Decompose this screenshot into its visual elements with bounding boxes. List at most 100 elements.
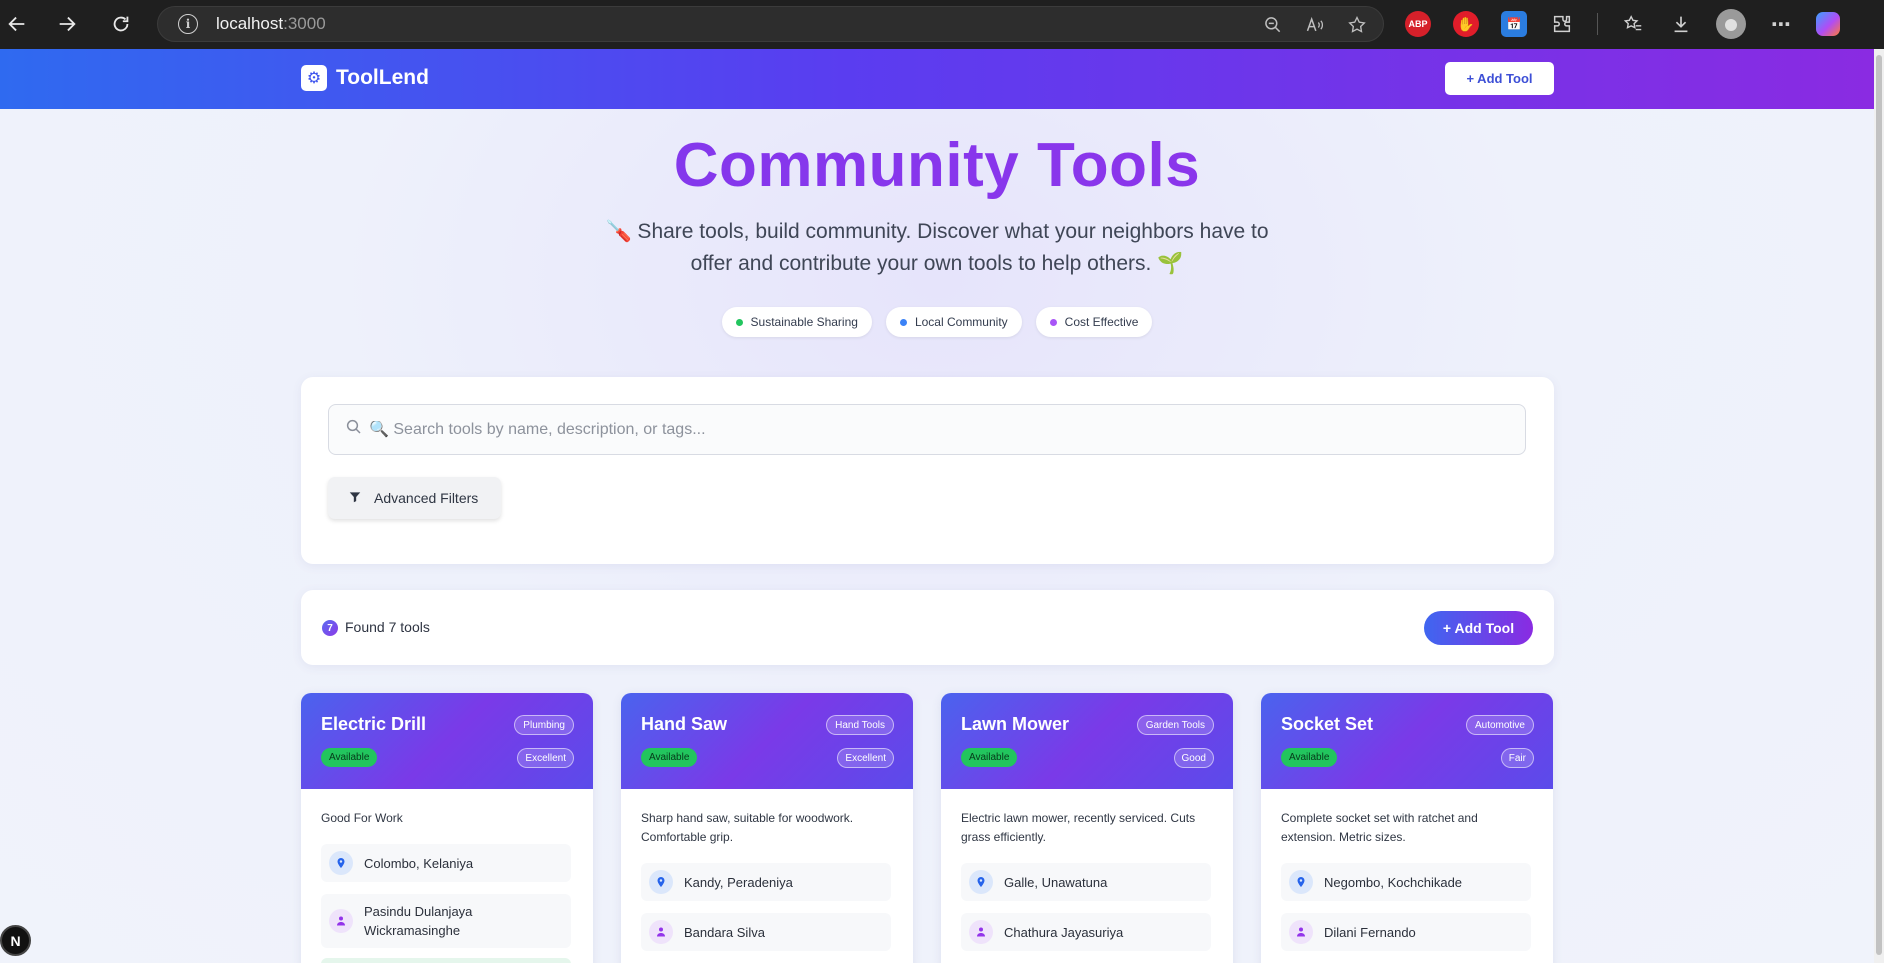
tool-card[interactable]: Hand Saw Hand Tools Available Excellent …	[621, 693, 913, 963]
app-header: ⚙ ToolLend + Add Tool	[0, 49, 1874, 109]
page-scrollbar[interactable]	[1874, 49, 1884, 963]
green-dot-icon	[735, 318, 743, 326]
availability-badge: Available	[321, 748, 378, 767]
condition-badge: Fair	[1500, 748, 1534, 768]
tool-name: Hand Saw	[641, 714, 728, 734]
site-info-icon[interactable]: i	[178, 14, 198, 34]
tool-name: Socket Set	[1281, 714, 1374, 734]
reload-button[interactable]	[104, 7, 138, 41]
tool-card-header: Socket Set Automotive Available Fair	[1261, 693, 1553, 789]
user-icon	[1289, 920, 1313, 944]
pill-local-community: Local Community	[885, 307, 1022, 337]
gear-logo-icon: ⚙	[301, 65, 327, 91]
arrow-right-icon	[59, 16, 76, 32]
owner-text: Chathura Jayasuriya	[1004, 924, 1124, 940]
location-text: Negombo, Kochchikade	[1324, 874, 1463, 890]
owner-text: Bandara Silva	[684, 924, 765, 940]
logo[interactable]: ⚙ ToolLend	[301, 65, 429, 91]
downloads-icon[interactable]	[1668, 11, 1694, 37]
condition-badge: Excellent	[517, 748, 574, 768]
tool-location: Negombo, Kochchikade	[1281, 863, 1531, 901]
location-pin-icon	[329, 851, 353, 875]
adblock-plus-icon[interactable]: ABP	[1405, 11, 1431, 37]
location-pin-icon	[649, 870, 673, 894]
add-tool-button[interactable]: + Add Tool	[1424, 611, 1533, 645]
availability-badge: Available	[1281, 748, 1338, 767]
search-input[interactable]	[369, 420, 1469, 439]
more-menu-icon[interactable]: ⋯	[1768, 11, 1794, 37]
arrow-left-icon	[8, 16, 25, 32]
purple-dot-icon	[1049, 318, 1057, 326]
user-icon	[969, 920, 993, 944]
scrollbar-thumb[interactable]	[1876, 55, 1882, 955]
stop-hand-extension-icon[interactable]: ✋	[1453, 11, 1479, 37]
owner-text: Pasindu Dulanjaya Wickramasinghe	[364, 904, 473, 938]
owner-text: Dilani Fernando	[1324, 924, 1416, 940]
advanced-filters-label: Advanced Filters	[374, 490, 479, 506]
pill-label: Cost Effective	[1064, 315, 1139, 329]
tool-card[interactable]: Electric Drill Plumbing Available Excell…	[301, 693, 593, 963]
page-title: Community Tools	[0, 130, 1874, 201]
address-bar[interactable]: i localhost:3000	[157, 6, 1384, 42]
url-host: localhost	[216, 14, 284, 33]
copilot-icon[interactable]	[1816, 12, 1840, 36]
forward-button[interactable]	[50, 7, 84, 41]
location-text: Kandy, Peradeniya	[684, 874, 793, 890]
url-text[interactable]: localhost:3000	[216, 14, 326, 34]
tool-card-header: Electric Drill Plumbing Available Excell…	[301, 693, 593, 789]
tool-owner: Pasindu Dulanjaya Wickramasinghe	[321, 894, 571, 948]
tool-card-header: Lawn Mower Garden Tools Available Good	[941, 693, 1233, 789]
location-text: Colombo, Kelaniya	[364, 855, 474, 871]
status-row	[321, 958, 571, 963]
extensions-puzzle-icon[interactable]	[1549, 11, 1575, 37]
zoom-out-icon[interactable]	[1263, 15, 1283, 35]
toolbar-divider	[1597, 13, 1598, 35]
reload-icon	[113, 16, 129, 32]
pill-label: Sustainable Sharing	[750, 315, 858, 329]
filter-funnel-icon	[348, 490, 362, 507]
hero-subtitle: 🪛 Share tools, build community. Discover…	[605, 220, 1269, 275]
results-count-badge: 7	[322, 620, 338, 636]
profile-avatar[interactable]	[1716, 9, 1746, 39]
tool-owner: Bandara Silva	[641, 913, 891, 951]
tool-owner: Chathura Jayasuriya	[961, 913, 1211, 951]
tool-description: Complete socket set with ratchet and ext…	[1281, 811, 1478, 844]
tool-description: Good For Work	[321, 811, 403, 825]
location-pin-icon	[969, 870, 993, 894]
tool-card[interactable]: Lawn Mower Garden Tools Available Good E…	[941, 693, 1233, 963]
blue-dot-icon	[899, 318, 907, 326]
search-box[interactable]	[328, 404, 1526, 455]
feature-pills: Sustainable Sharing Local Community Cost…	[0, 307, 1874, 337]
category-badge: Garden Tools	[1136, 715, 1214, 735]
tool-location: Galle, Unawatuna	[961, 863, 1211, 901]
tool-description: Electric lawn mower, recently serviced. …	[961, 811, 1196, 844]
tool-card[interactable]: Socket Set Automotive Available Fair Com…	[1261, 693, 1553, 963]
category-badge: Plumbing	[514, 715, 574, 735]
url-port: :3000	[283, 14, 326, 33]
advanced-filters-button[interactable]: Advanced Filters	[328, 477, 501, 519]
pill-sustainable-sharing: Sustainable Sharing	[721, 307, 872, 337]
nextjs-dev-indicator[interactable]: N	[0, 925, 31, 956]
tool-owner: Dilani Fernando	[1281, 913, 1531, 951]
availability-badge: Available	[641, 748, 698, 767]
location-text: Galle, Unawatuna	[1004, 874, 1108, 890]
back-button[interactable]	[0, 7, 34, 41]
header-add-tool-button[interactable]: + Add Tool	[1445, 62, 1554, 95]
category-badge: Hand Tools	[826, 715, 894, 735]
location-pin-icon	[1289, 870, 1313, 894]
browser-toolbar: i localhost:3000 ABP ✋ 📅 ⋯	[0, 0, 1884, 49]
tool-name: Electric Drill	[321, 714, 427, 734]
search-icon	[345, 418, 363, 441]
tool-location: Kandy, Peradeniya	[641, 863, 891, 901]
read-aloud-icon[interactable]	[1305, 15, 1325, 35]
favorite-star-icon[interactable]	[1347, 15, 1367, 35]
results-count-text: Found 7 tools	[345, 619, 430, 635]
tool-location: Colombo, Kelaniya	[321, 844, 571, 882]
calendar-extension-icon[interactable]: 📅	[1501, 11, 1527, 37]
tool-description: Sharp hand saw, suitable for woodwork. C…	[641, 811, 854, 844]
favorites-list-icon[interactable]	[1620, 11, 1646, 37]
user-icon	[329, 909, 353, 933]
results-summary-bar: 7 Found 7 tools + Add Tool	[301, 590, 1554, 665]
availability-badge: Available	[961, 748, 1018, 767]
tool-card-header: Hand Saw Hand Tools Available Excellent	[621, 693, 913, 789]
